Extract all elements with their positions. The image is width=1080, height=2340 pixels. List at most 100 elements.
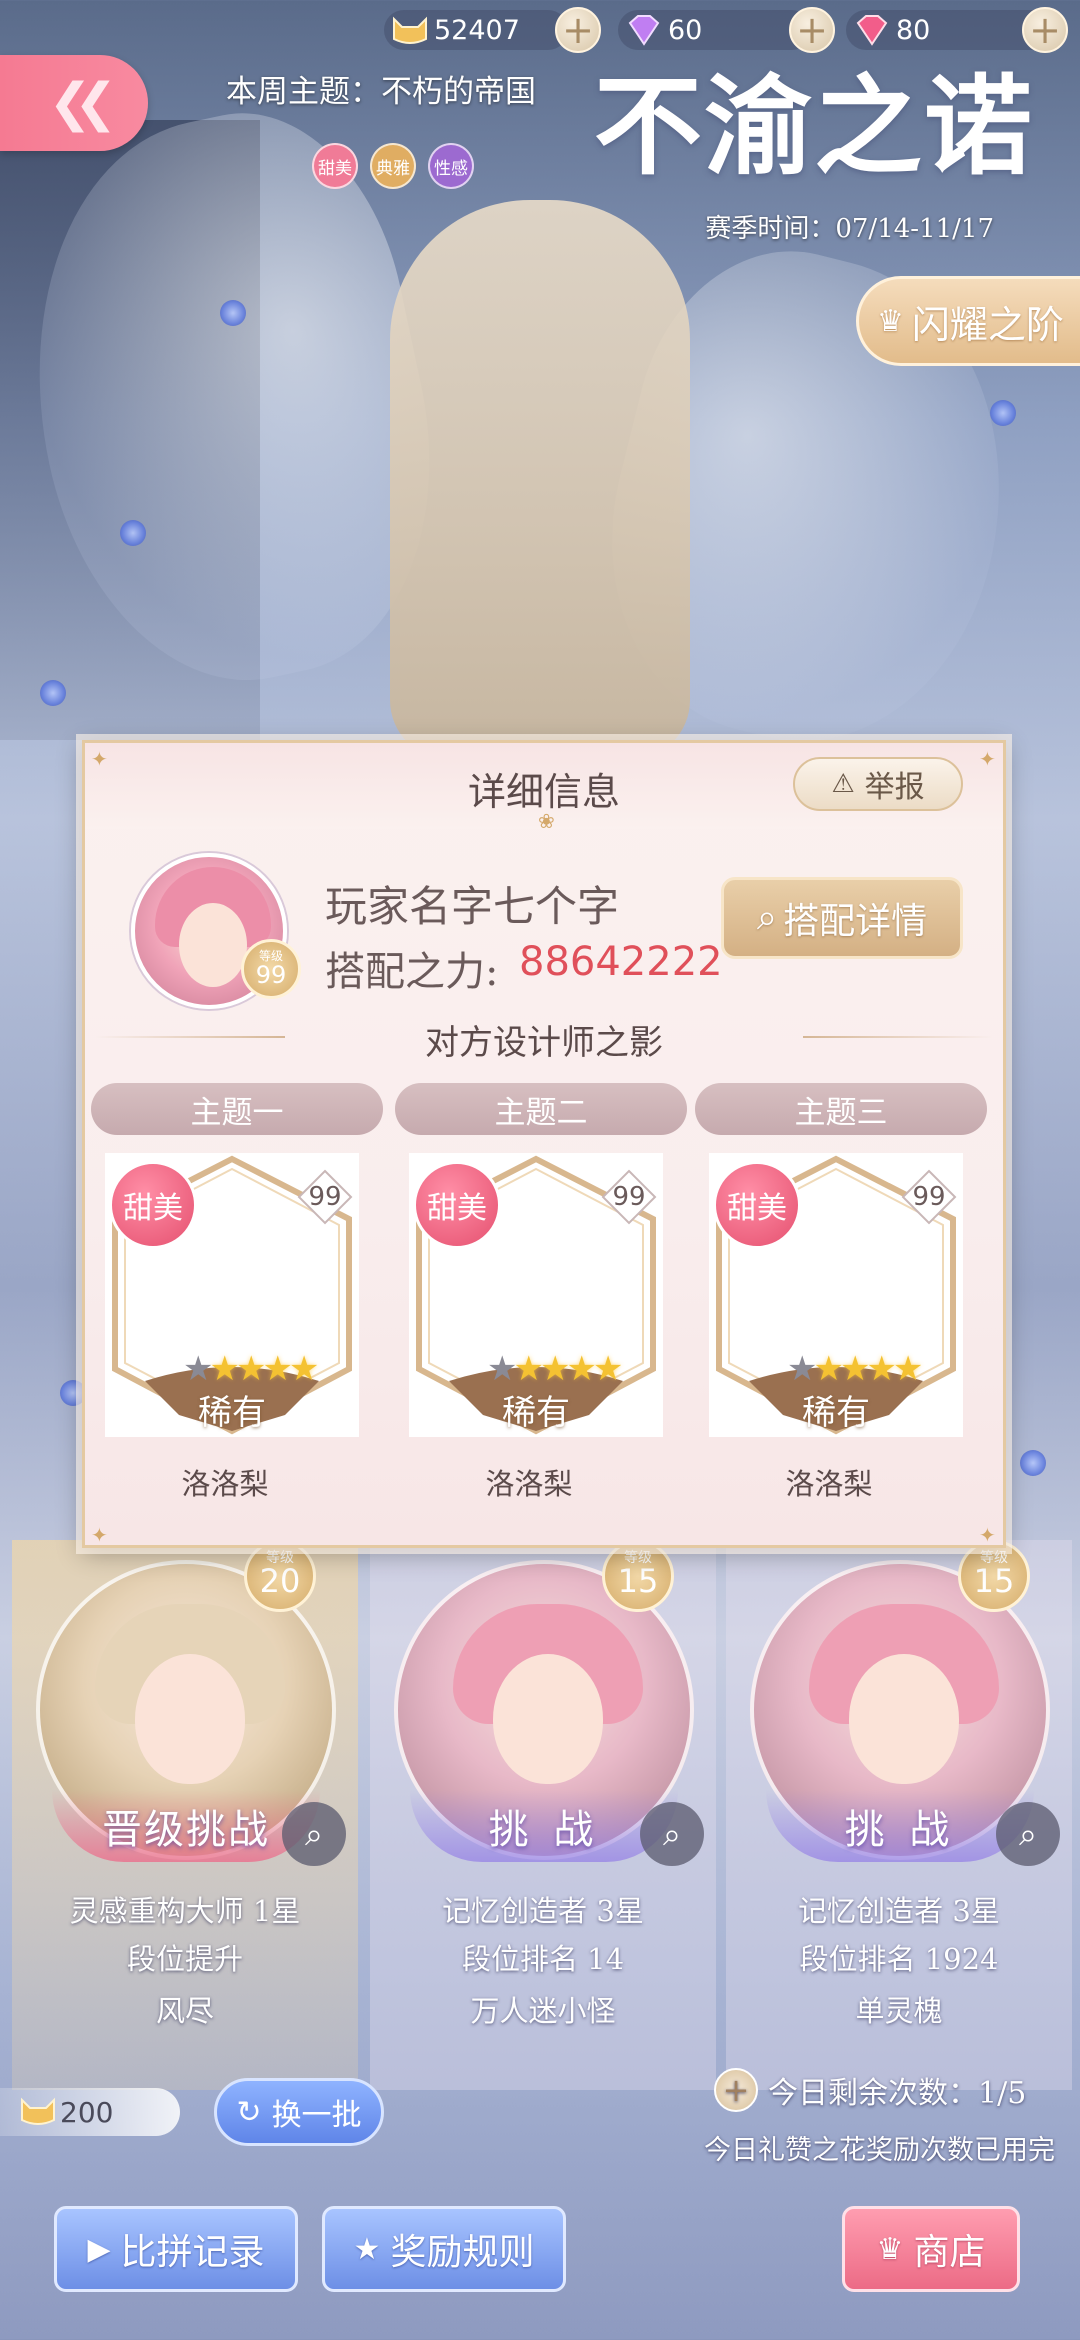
opponent-rank: 灵感重构大师 1星 [69, 1894, 301, 1928]
star-icon: ★★★★ [813, 1349, 923, 1389]
opponent-card[interactable]: 等级 15 挑 战 ⌕ 记忆创造者 3星 段位排名 1924 单灵槐 [726, 1540, 1072, 2090]
theme-column[interactable]: 主题一 甜美 99 ★★★★★ 稀有 洛洛梨 [91, 1083, 391, 1523]
divider [803, 1036, 993, 1038]
power-label: 搭配之力: [325, 949, 499, 995]
theme-header: 主题二 [395, 1083, 687, 1135]
star-icon: ★★★★ [209, 1349, 319, 1389]
opponent-card[interactable]: 等级 20 晋级挑战 ⌕ 灵感重构大师 1星 段位提升 风尽 [12, 1540, 358, 2090]
tag-elegant: 典雅 [370, 143, 416, 189]
outfit-detail-button[interactable]: ⌕ 搭配详情 [721, 877, 963, 959]
flower-icon [120, 520, 146, 546]
rating-stars: ★★★★★ [787, 1349, 923, 1389]
rarity-label: 稀有 [802, 1393, 870, 1433]
add-attempts-icon[interactable]: + [714, 2068, 758, 2112]
shine-stage-button[interactable]: ♛ 闪耀之阶 [856, 276, 1080, 366]
character-hair-art [390, 200, 690, 760]
level-badge: 等级 15 [958, 1540, 1030, 1612]
remaining-attempts: + 今日剩余次数：1/5 [714, 2068, 1026, 2112]
designer-name: 洛洛梨 [181, 1467, 269, 1501]
design-card[interactable]: 甜美 99 ★★★★★ 稀有 [409, 1153, 663, 1437]
cat-coin-icon [21, 2097, 55, 2125]
swap-batch-button[interactable]: ↻ 换一批 [214, 2078, 384, 2146]
theme-column[interactable]: 主题三 甜美 99 ★★★★★ 稀有 洛洛梨 [695, 1083, 995, 1523]
star-icon: ★ [183, 1349, 214, 1389]
back-button[interactable]: ❮❮ [0, 55, 148, 151]
design-card[interactable]: 甜美 99 ★★★★★ 稀有 [709, 1153, 963, 1437]
crown-icon: ♛ [876, 2231, 904, 2267]
report-button[interactable]: ⚠ 举报 [793, 757, 963, 811]
corner-ornament-icon: ✦ [91, 1523, 108, 1547]
design-score: 99 [308, 1182, 342, 1212]
flower-icon [220, 300, 246, 326]
player-detail-modal: ✦ ✦ ✦ ✦ 详细信息 ❀ ⚠ 举报 等级 99 玩家名字七个字 搭配之力: … [82, 740, 1006, 1548]
flower-reward-message: 今日礼赞之花奖励次数已用完 [704, 2135, 1055, 2166]
opponent-name: 单灵槐 [855, 1994, 943, 2028]
rating-stars: ★★★★★ [487, 1349, 623, 1389]
warning-icon: ⚠ [831, 769, 855, 799]
designer-name: 洛洛梨 [485, 1467, 573, 1501]
event-logo: 不渝之诺 [593, 64, 1034, 190]
flower-icon [990, 400, 1016, 426]
opponent-rank: 记忆创造者 3星 [798, 1894, 1000, 1928]
weekly-theme: 本周主题：不朽的帝国 [226, 74, 536, 110]
match-record-button[interactable]: ▶ 比拼记录 [54, 2206, 298, 2292]
level-number: 99 [255, 961, 287, 989]
tag-sweet: 甜美 [312, 143, 358, 189]
level-number: 15 [617, 1562, 659, 1600]
theme-header: 主题三 [695, 1083, 987, 1135]
promotion-challenge-button[interactable]: 晋级挑战 [52, 1790, 320, 1862]
designer-name: 洛洛梨 [785, 1467, 873, 1501]
inspect-search-icon[interactable]: ⌕ [282, 1802, 346, 1866]
challenge-button[interactable]: 挑 战 [766, 1790, 1034, 1862]
opponent-card[interactable]: 等级 15 挑 战 ⌕ 记忆创造者 3星 段位排名 14 万人迷小怪 [370, 1540, 716, 2090]
tag-sexy: 性感 [428, 143, 474, 189]
inspect-search-icon[interactable]: ⌕ [996, 1802, 1060, 1866]
design-score: 99 [912, 1182, 946, 1212]
cat-coin-value: 52407 [434, 14, 520, 46]
opponent-status: 段位提升 [126, 1942, 243, 1976]
star-icon: ★★★★ [513, 1349, 623, 1389]
shop-button[interactable]: ♛ 商店 [842, 2206, 1020, 2292]
player-level-badge: 等级 99 [241, 939, 301, 999]
style-badge: 甜美 [713, 1161, 801, 1249]
title-ornament-icon: ❀ [538, 809, 555, 833]
cat-coin-counter: 52407 [384, 10, 568, 50]
power-value: 88642222 [519, 939, 723, 985]
flower-icon [40, 680, 66, 706]
opponent-rank: 记忆创造者 3星 [442, 1894, 644, 1928]
level-number: 20 [259, 1562, 301, 1600]
design-card[interactable]: 甜美 99 ★★★★★ 稀有 [105, 1153, 359, 1437]
theme-column[interactable]: 主题二 甜美 99 ★★★★★ 稀有 洛洛梨 [395, 1083, 695, 1523]
inspect-search-icon[interactable]: ⌕ [640, 1802, 704, 1866]
star-icon: ★ [487, 1349, 518, 1389]
challenge-button[interactable]: 挑 战 [410, 1790, 678, 1862]
reward-rules-label: 奖励规则 [390, 2232, 535, 2273]
avatar-face [135, 1654, 245, 1784]
rating-stars: ★★★★★ [183, 1349, 319, 1389]
opponent-name: 万人迷小怪 [470, 1994, 616, 2028]
shine-stage-label: 闪耀之阶 [911, 302, 1064, 347]
outfit-detail-label: 搭配详情 [783, 901, 928, 942]
style-badge: 甜美 [413, 1161, 501, 1249]
cat-coin-icon [393, 16, 427, 44]
avatar-face [493, 1654, 603, 1784]
avatar-face [849, 1654, 959, 1784]
level-badge: 等级 15 [602, 1540, 674, 1612]
crown-icon: ♛ [877, 303, 904, 339]
opponent-status: 段位排名 14 [461, 1942, 625, 1976]
theme-header: 主题一 [91, 1083, 383, 1135]
rarity-label: 稀有 [502, 1393, 570, 1433]
opponent-status: 段位排名 1924 [799, 1942, 999, 1976]
season-time: 赛季时间：07/14-11/17 [705, 214, 994, 244]
match-record-label: 比拼记录 [120, 2232, 265, 2273]
reward-rules-button[interactable]: ★ 奖励规则 [322, 2206, 566, 2292]
search-icon: ⌕ [756, 897, 778, 938]
star-icon: ★ [787, 1349, 818, 1389]
design-score: 99 [612, 1182, 646, 1212]
report-label: 举报 [864, 770, 925, 805]
double-chevron-left-icon: ❮❮ [48, 73, 117, 133]
level-number: 15 [973, 1562, 1015, 1600]
play-icon: ▶ [87, 2231, 111, 2267]
refresh-icon: ↻ [236, 2094, 262, 2130]
opponent-name: 风尽 [155, 1994, 214, 2028]
